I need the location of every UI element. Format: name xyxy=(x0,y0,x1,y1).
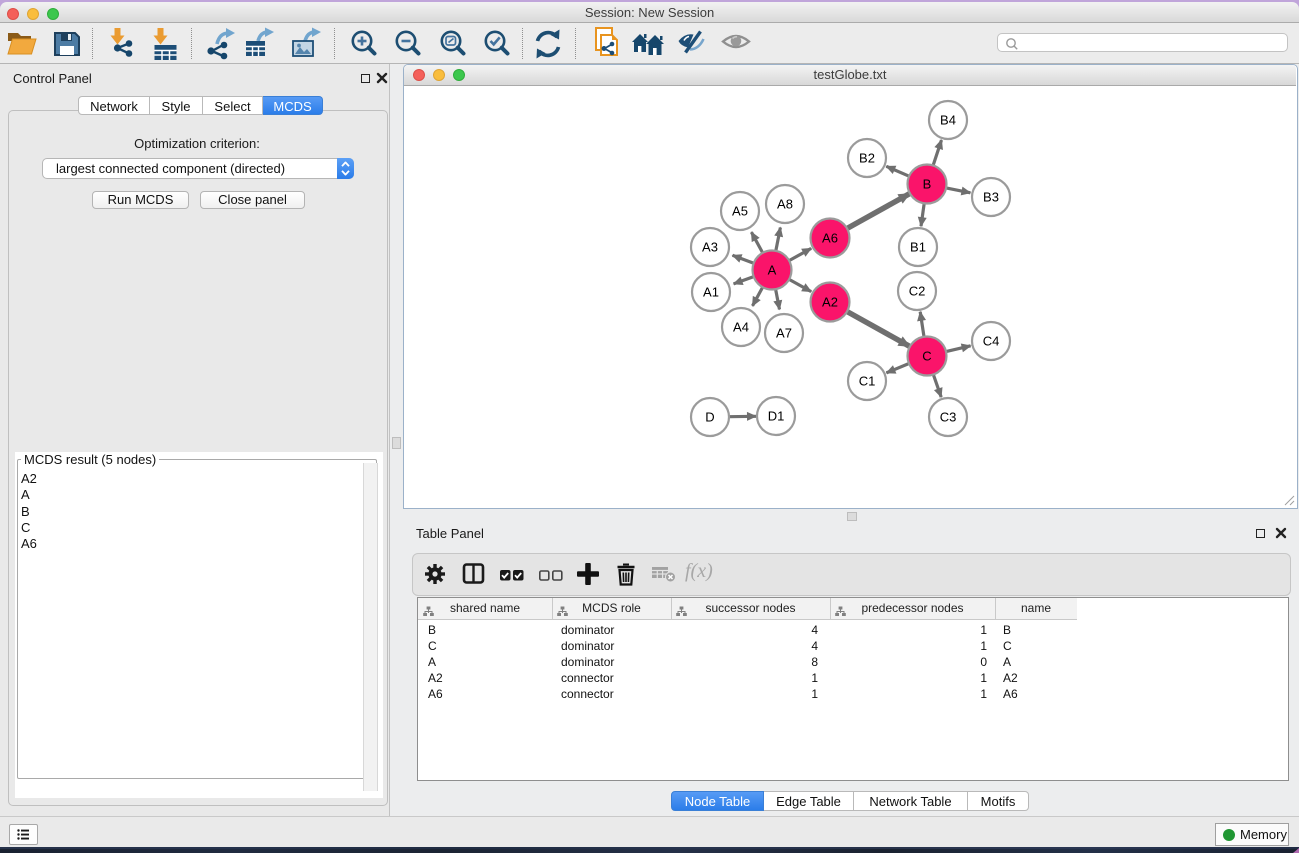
svg-text:B2: B2 xyxy=(859,151,875,166)
svg-text:C1: C1 xyxy=(859,374,876,389)
svg-text:C: C xyxy=(922,349,931,364)
svg-text:C2: C2 xyxy=(909,284,926,299)
svg-text:A7: A7 xyxy=(776,326,792,341)
svg-text:B3: B3 xyxy=(983,190,999,205)
svg-text:D1: D1 xyxy=(768,409,785,424)
svg-text:D: D xyxy=(705,410,714,425)
svg-text:A8: A8 xyxy=(777,197,793,212)
svg-text:A: A xyxy=(768,263,777,278)
svg-text:B: B xyxy=(923,177,932,192)
svg-text:B1: B1 xyxy=(910,240,926,255)
svg-text:A6: A6 xyxy=(822,231,838,246)
svg-text:A1: A1 xyxy=(703,285,719,300)
svg-text:B4: B4 xyxy=(940,113,956,128)
svg-text:A5: A5 xyxy=(732,204,748,219)
svg-text:A3: A3 xyxy=(702,240,718,255)
svg-text:A2: A2 xyxy=(822,295,838,310)
svg-text:C4: C4 xyxy=(983,334,1000,349)
svg-text:C3: C3 xyxy=(940,410,957,425)
svg-text:A4: A4 xyxy=(733,320,749,335)
